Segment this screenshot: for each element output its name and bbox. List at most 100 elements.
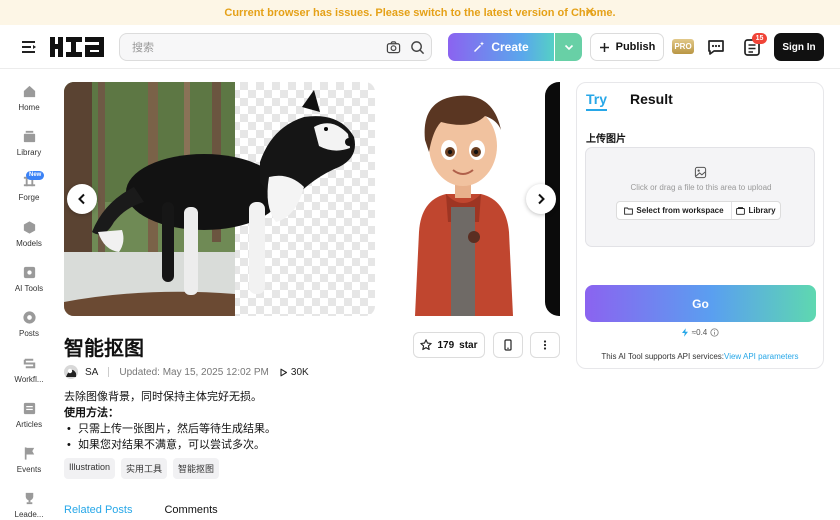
library-icon xyxy=(23,130,35,143)
home-icon xyxy=(23,85,35,98)
image-upload-icon xyxy=(694,166,707,179)
tag-chip[interactable]: 智能抠图 xyxy=(173,458,220,479)
sidebar-label-events: Events xyxy=(16,465,42,474)
sidebar-label-workflow: Workfl... xyxy=(14,375,44,384)
folder-icon xyxy=(624,207,634,215)
sidebar-label-library: Library xyxy=(16,148,42,157)
view-api-parameters-link[interactable]: View API parameters xyxy=(724,352,799,361)
mobile-view-button[interactable] xyxy=(493,332,523,358)
tool-description: 去除图像背景，同时保持主体完好无损。 使用方法： 只需上传一张图片，然后等待生成… xyxy=(64,389,404,453)
left-sidebar: Home Library New Forge Models AI Tools P… xyxy=(0,70,58,520)
view-count: 30K xyxy=(279,367,309,378)
library-icon xyxy=(736,206,746,215)
tab-comments[interactable]: Comments xyxy=(164,504,217,516)
tag-chip[interactable]: 实用工具 xyxy=(121,458,168,479)
sidebar-label-forge: Forge xyxy=(18,193,40,202)
sidebar-label-models: Models xyxy=(16,239,42,248)
menu-toggle-icon[interactable] xyxy=(20,38,38,56)
active-tab-indicator xyxy=(586,109,607,111)
publish-button[interactable]: Publish xyxy=(590,33,664,61)
banner-text: Current browser has issues. Please switc… xyxy=(224,6,616,19)
upload-label: 上传图片 xyxy=(586,134,626,145)
publish-label: Publish xyxy=(615,41,656,53)
more-options-button[interactable] xyxy=(530,332,560,358)
author-name[interactable]: SA xyxy=(85,367,98,378)
banner-close-icon[interactable]: ✕ xyxy=(583,5,597,19)
workflow-icon xyxy=(23,358,35,369)
create-label: Create xyxy=(491,40,529,54)
tag-list: Illustration 实用工具 智能抠图 xyxy=(64,458,220,479)
select-from-workspace-button[interactable]: Select from workspace xyxy=(617,202,732,219)
chevron-down-icon xyxy=(564,44,573,51)
sidebar-item-workflow[interactable]: Workfl... xyxy=(0,356,58,396)
sidebar-label-posts: Posts xyxy=(18,329,39,338)
carousel-prev-button[interactable] xyxy=(67,184,97,214)
sidebar-item-forge[interactable]: New Forge xyxy=(0,171,58,214)
sidebar-label-ai-tools: AI Tools xyxy=(14,284,44,293)
sidebar-item-library[interactable]: Library xyxy=(0,129,58,169)
library-button[interactable]: Library xyxy=(732,202,780,219)
author-avatar[interactable] xyxy=(64,365,78,379)
workspace-button-label: Select from workspace xyxy=(636,206,724,215)
dog-cutout-example-image xyxy=(64,82,375,316)
sidebar-item-home[interactable]: Home xyxy=(0,84,58,124)
view-count-value: 30K xyxy=(290,366,309,378)
example-image-carousel xyxy=(64,82,560,316)
articles-icon xyxy=(23,402,35,415)
lightning-icon xyxy=(681,328,688,337)
sidebar-item-models[interactable]: Models xyxy=(0,220,58,260)
site-logo[interactable] xyxy=(50,34,104,60)
sign-in-button[interactable]: Sign In xyxy=(774,33,824,61)
ai-tools-icon xyxy=(23,266,35,279)
star-label: star xyxy=(459,339,478,351)
carousel-next-button[interactable] xyxy=(526,184,556,214)
sidebar-label-leaderboard: Leade... xyxy=(14,510,44,519)
sidebar-item-articles[interactable]: Articles xyxy=(0,401,58,441)
upload-hint: Click or drag a file to this area to upl… xyxy=(630,183,772,192)
star-button[interactable]: 179 star xyxy=(413,332,485,358)
search-icon[interactable] xyxy=(410,40,425,55)
tool-meta: SA Updated: May 15, 2025 12:02 PM 30K xyxy=(64,365,309,379)
upload-dropzone[interactable]: Click or drag a file to this area to upl… xyxy=(585,147,815,247)
api-notice: This AI Tool supports API services:View … xyxy=(576,352,824,361)
leaderboard-icon xyxy=(25,492,33,505)
create-dropdown-button[interactable] xyxy=(555,33,582,61)
plus-icon xyxy=(599,42,609,52)
pro-badge[interactable]: PRO xyxy=(672,39,694,54)
description-text: 去除图像背景，同时保持主体完好无损。 xyxy=(64,391,262,403)
library-button-label: Library xyxy=(748,206,776,215)
events-icon xyxy=(24,447,34,460)
top-header: Create Publish PRO 15 Sign In xyxy=(0,25,840,69)
sidebar-item-events[interactable]: Events xyxy=(0,446,58,486)
go-button[interactable]: Go xyxy=(585,285,816,322)
tab-related-posts[interactable]: Related Posts xyxy=(64,504,132,516)
usage-step: 只需上传一张图片，然后等待生成结果。 xyxy=(64,421,404,437)
posts-icon xyxy=(22,311,36,324)
play-icon xyxy=(280,368,287,376)
tool-run-panel: Try Result 上传图片 Click or drag a file to … xyxy=(576,82,824,369)
tab-result[interactable]: Result xyxy=(630,91,673,107)
tab-try[interactable]: Try xyxy=(586,91,607,107)
tool-title: 智能抠图 xyxy=(64,338,144,360)
sidebar-item-posts[interactable]: Posts xyxy=(0,310,58,350)
search-input[interactable] xyxy=(132,40,372,56)
models-icon xyxy=(23,221,35,234)
chat-icon[interactable] xyxy=(706,37,726,57)
info-icon[interactable] xyxy=(710,328,719,337)
credit-cost-value: ≈0.4 xyxy=(691,328,708,337)
camera-search-icon[interactable] xyxy=(386,40,401,55)
usage-heading: 使用方法： xyxy=(64,407,119,419)
sidebar-label-home: Home xyxy=(18,103,40,112)
create-button[interactable]: Create xyxy=(448,33,554,61)
mobile-icon xyxy=(504,339,512,351)
upload-source-buttons: Select from workspace Library xyxy=(616,201,781,220)
sidebar-item-ai-tools[interactable]: AI Tools xyxy=(0,265,58,305)
tag-chip[interactable]: Illustration xyxy=(64,458,116,479)
meta-divider xyxy=(108,367,110,377)
updated-date: Updated: May 15, 2025 12:02 PM xyxy=(119,366,269,378)
sidebar-item-leaderboard[interactable]: Leade... xyxy=(0,491,58,520)
content-tabs: Related Posts Comments xyxy=(64,504,218,516)
usage-steps-list: 只需上传一张图片，然后等待生成结果。 如果您对结果不满意，可以尝试多次。 xyxy=(64,421,404,453)
star-count: 179 xyxy=(437,339,455,351)
magic-wand-icon xyxy=(474,41,485,53)
